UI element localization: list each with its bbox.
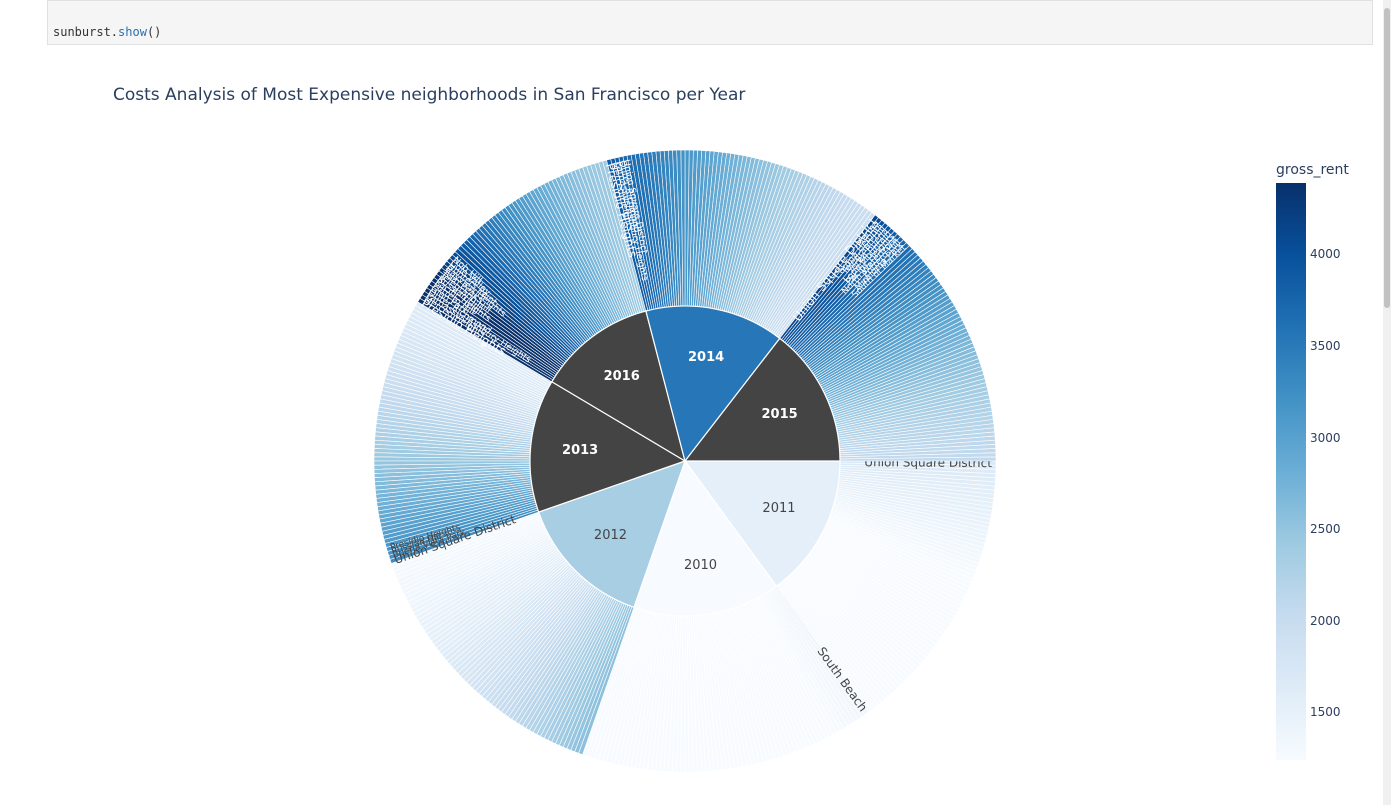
year-label: 2014 bbox=[688, 350, 724, 365]
colorbar-tick: 3500 bbox=[1310, 338, 1341, 353]
year-label: 2010 bbox=[684, 558, 717, 573]
colorbar bbox=[1276, 183, 1306, 760]
colorbar-tick: 2000 bbox=[1310, 613, 1341, 628]
year-label: 2016 bbox=[604, 369, 640, 384]
colorbar-tick: 1500 bbox=[1310, 705, 1341, 720]
colorbar-tick: 4000 bbox=[1310, 247, 1341, 262]
year-label: 2015 bbox=[762, 407, 798, 422]
year-label: 2012 bbox=[594, 528, 627, 543]
sunburst-chart[interactable]: Union Square DistrictSouth BeachUnion Sq… bbox=[0, 0, 1391, 805]
colorbar-tick: 2500 bbox=[1310, 522, 1341, 537]
scrollbar-thumb[interactable] bbox=[1384, 8, 1390, 308]
scrollbar[interactable] bbox=[1383, 0, 1391, 805]
colorbar-title: gross_rent bbox=[1276, 162, 1349, 178]
year-label: 2011 bbox=[762, 501, 795, 516]
year-label: 2013 bbox=[562, 443, 598, 458]
colorbar-tick: 3000 bbox=[1310, 430, 1341, 445]
